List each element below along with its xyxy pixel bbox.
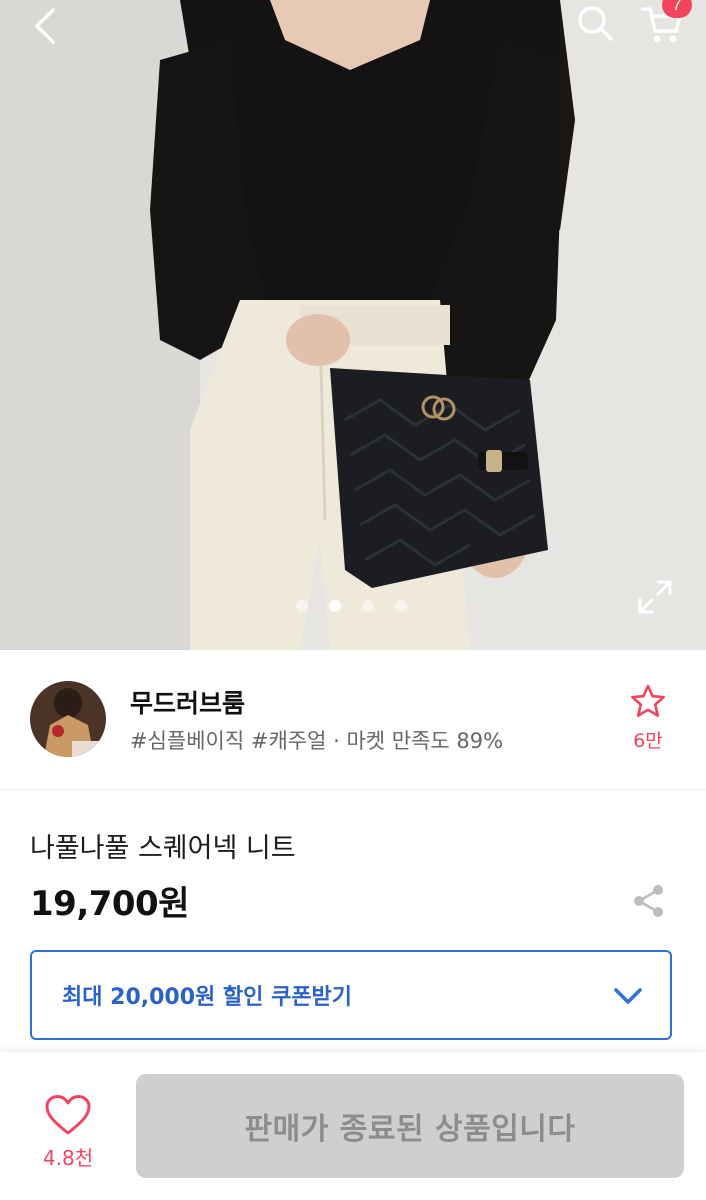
product-photo-carousel[interactable]: 7 — [0, 0, 706, 650]
back-icon — [35, 8, 55, 44]
carousel-dot-active[interactable] — [329, 600, 341, 612]
carousel-dot[interactable] — [296, 600, 308, 612]
product-name: 나풀나풀 스퀘어넥 니트 — [30, 833, 296, 864]
bottom-action-bar: 4.8천 판매가 종료된 상품입니다 — [0, 1052, 706, 1200]
shop-favorite-count: 6만 — [633, 730, 663, 752]
share-icon — [634, 885, 663, 917]
shop-info-row[interactable]: 무드러브룸 #심플베이직 #캐주얼 · 마켓 만족도 89% 6만 — [0, 650, 706, 790]
product-photo — [0, 0, 706, 650]
search-icon — [578, 6, 613, 41]
shop-favorite-button[interactable]: 6만 — [618, 684, 678, 753]
star-icon — [631, 684, 665, 717]
coupon-download-button[interactable]: 최대 20,000원 할인 쿠폰받기 — [30, 950, 672, 1040]
search-button[interactable] — [570, 0, 620, 46]
carousel-dot[interactable] — [362, 600, 374, 612]
share-button[interactable] — [630, 882, 668, 920]
like-button[interactable]: 4.8천 — [32, 1094, 104, 1171]
back-button[interactable] — [18, 2, 70, 50]
product-price: 19,700원 — [30, 884, 189, 924]
shop-avatar[interactable] — [30, 681, 106, 757]
shop-name[interactable]: 무드러브룸 — [130, 684, 245, 720]
shop-tags: #심플베이직 #캐주얼 · 마켓 만족도 89% — [130, 729, 504, 753]
carousel-dot[interactable] — [395, 600, 407, 612]
chevron-down-icon — [614, 988, 642, 1004]
heart-icon — [45, 1095, 91, 1135]
expand-icon — [638, 580, 672, 614]
carousel-indicator — [296, 600, 407, 612]
sold-out-button[interactable]: 판매가 종료된 상품입니다 — [136, 1074, 684, 1178]
expand-photo-button[interactable] — [634, 576, 676, 618]
shop-avatar-image — [30, 681, 106, 757]
like-count: 4.8천 — [42, 1146, 94, 1170]
coupon-label: 최대 20,000원 할인 쿠폰받기 — [62, 985, 353, 1010]
